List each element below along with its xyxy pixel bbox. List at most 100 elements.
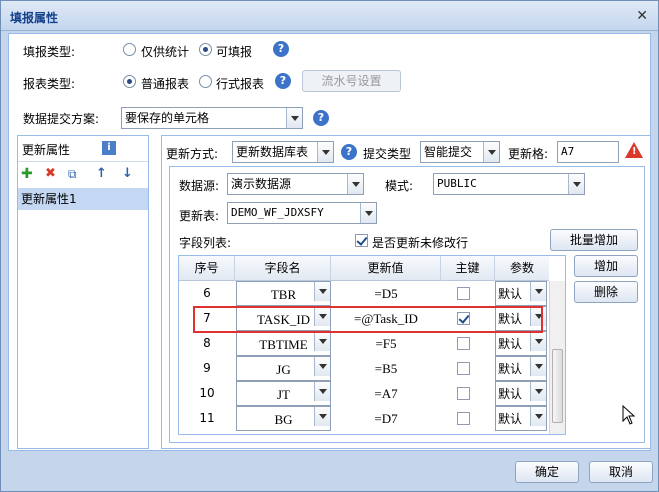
grid-scrollbar[interactable] <box>549 281 565 434</box>
delete-icon[interactable]: ✖ <box>45 166 56 181</box>
param-value: 默认 <box>498 287 523 301</box>
param-select[interactable]: 默认 <box>495 331 547 356</box>
row-update-value[interactable]: =F5 <box>331 331 441 356</box>
update-details-panel: 更新方式: 更新数据库表 ? 提交类型 智能提交 更新格: A7 ! 数据源: … <box>161 135 651 449</box>
datasource-value: 演示数据源 <box>231 177 292 191</box>
table-row[interactable]: 10 JT =A7 默认 <box>179 381 549 406</box>
help-icon[interactable]: ? <box>341 144 357 160</box>
pk-checkbox[interactable] <box>457 337 470 350</box>
datasource-select[interactable]: 演示数据源 <box>227 173 364 195</box>
update-table-select[interactable]: DEMO_WF_JDXSFY <box>227 202 377 224</box>
help-icon[interactable]: ? <box>313 110 329 126</box>
chevron-down-icon[interactable] <box>530 332 546 351</box>
chevron-down-icon[interactable] <box>314 407 330 426</box>
add-button[interactable]: 增加 <box>574 255 638 277</box>
chevron-down-icon[interactable] <box>530 357 546 376</box>
chevron-down-icon[interactable] <box>530 407 546 426</box>
update-property-item-label: 更新属性1 <box>21 192 77 206</box>
chevron-down-icon[interactable] <box>530 382 546 401</box>
update-unmodified-checkbox[interactable] <box>355 234 368 247</box>
field-select[interactable]: JG <box>236 356 331 381</box>
copy-icon[interactable]: ⧉ <box>68 167 77 182</box>
update-properties-title: 更新属性 <box>22 143 71 157</box>
field-select[interactable]: JT <box>236 381 331 406</box>
submit-scheme-label: 数据提交方案: <box>23 112 100 126</box>
ok-button[interactable]: 确定 <box>515 461 579 483</box>
param-value: 默认 <box>498 362 523 376</box>
chevron-down-icon[interactable] <box>483 142 499 162</box>
param-select[interactable]: 默认 <box>495 406 547 431</box>
close-icon[interactable]: ✕ <box>636 8 648 24</box>
serial-number-settings-button[interactable]: 流水号设置 <box>302 70 401 92</box>
radio-normal-report-label: 普通报表 <box>141 77 190 91</box>
help-icon[interactable]: ? <box>273 41 289 57</box>
param-select[interactable]: 默认 <box>495 281 547 306</box>
update-mode-select[interactable]: 更新数据库表 <box>232 141 334 163</box>
field-value: BG <box>274 412 293 427</box>
field-list-label: 字段列表: <box>179 236 232 250</box>
radio-normal-report[interactable] <box>123 75 136 88</box>
scrollbar-thumb[interactable] <box>552 349 563 423</box>
help-icon[interactable]: ? <box>275 73 291 89</box>
update-table-label: 更新表: <box>179 209 220 223</box>
schema-label: 模式: <box>385 179 414 193</box>
update-mode-value: 更新数据库表 <box>236 145 309 159</box>
table-row[interactable]: 11 BG =D7 默认 <box>179 406 549 431</box>
mouse-cursor-icon <box>622 405 636 425</box>
titlebar: 填报属性 ✕ <box>1 1 658 31</box>
row-update-value[interactable]: =D7 <box>331 406 441 431</box>
chevron-down-icon[interactable] <box>314 357 330 376</box>
chevron-down-icon[interactable] <box>360 203 376 223</box>
chevron-down-icon[interactable] <box>286 108 302 128</box>
field-value: JG <box>276 362 291 377</box>
submit-type-select[interactable]: 智能提交 <box>420 141 500 163</box>
submit-scheme-select[interactable]: 要保存的单元格 <box>121 107 303 129</box>
delete-button[interactable]: 删除 <box>574 281 638 303</box>
radio-row-report-label: 行式报表 <box>216 77 265 91</box>
arrow-up-icon[interactable]: ↑ <box>96 166 107 181</box>
datasource-panel: 数据源: 演示数据源 模式: PUBLIC 更新表: DEMO_WF_JDXSF… <box>169 166 645 443</box>
row-update-value[interactable]: =D5 <box>331 281 441 306</box>
radio-fillable[interactable] <box>199 43 212 56</box>
batch-add-button[interactable]: 批量增加 <box>550 229 638 251</box>
field-select[interactable]: BG <box>236 406 331 431</box>
dialog-title: 填报属性 <box>10 11 59 25</box>
chevron-down-icon[interactable] <box>530 282 546 301</box>
fill-type-label: 填报类型: <box>23 45 76 59</box>
radio-statistics-only[interactable] <box>123 43 136 56</box>
chevron-down-icon[interactable] <box>314 282 330 301</box>
pk-checkbox[interactable] <box>457 387 470 400</box>
chevron-down-icon[interactable] <box>314 332 330 351</box>
add-icon[interactable]: ✚ <box>21 166 33 182</box>
grid-header: 序号 字段名 更新值 主键 参数 <box>179 256 549 281</box>
chevron-down-icon[interactable] <box>314 382 330 401</box>
schema-select[interactable]: PUBLIC <box>433 173 585 195</box>
row-update-value[interactable]: =A7 <box>331 381 441 406</box>
update-table-value: DEMO_WF_JDXSFY <box>231 206 324 219</box>
radio-fillable-label: 可填报 <box>216 45 253 59</box>
chevron-down-icon[interactable] <box>317 142 333 162</box>
info-icon[interactable]: i <box>102 141 116 155</box>
column-header-seq: 序号 <box>179 256 235 281</box>
radio-row-report[interactable] <box>199 75 212 88</box>
field-value: JT <box>277 387 290 402</box>
pk-checkbox[interactable] <box>457 362 470 375</box>
chevron-down-icon[interactable] <box>347 174 363 194</box>
chevron-down-icon[interactable] <box>568 174 584 194</box>
datasource-label: 数据源: <box>179 179 220 193</box>
field-select[interactable]: TBTIME <box>236 331 331 356</box>
table-row[interactable]: 9 JG =B5 默认 <box>179 356 549 381</box>
param-select[interactable]: 默认 <box>495 381 547 406</box>
row-update-value[interactable]: =B5 <box>331 356 441 381</box>
param-select[interactable]: 默认 <box>495 356 547 381</box>
table-row[interactable]: 8 TBTIME =F5 默认 <box>179 331 549 356</box>
field-select[interactable]: TBR <box>236 281 331 306</box>
cancel-button[interactable]: 取消 <box>589 461 653 483</box>
update-cell-input[interactable]: A7 <box>557 141 619 163</box>
param-value: 默认 <box>498 412 523 426</box>
pk-checkbox[interactable] <box>457 412 470 425</box>
pk-checkbox[interactable] <box>457 287 470 300</box>
table-row[interactable]: 6 TBR =D5 默认 <box>179 281 549 306</box>
list-item[interactable]: 更新属性1 <box>18 188 148 210</box>
arrow-down-icon[interactable]: ↓ <box>122 166 133 181</box>
